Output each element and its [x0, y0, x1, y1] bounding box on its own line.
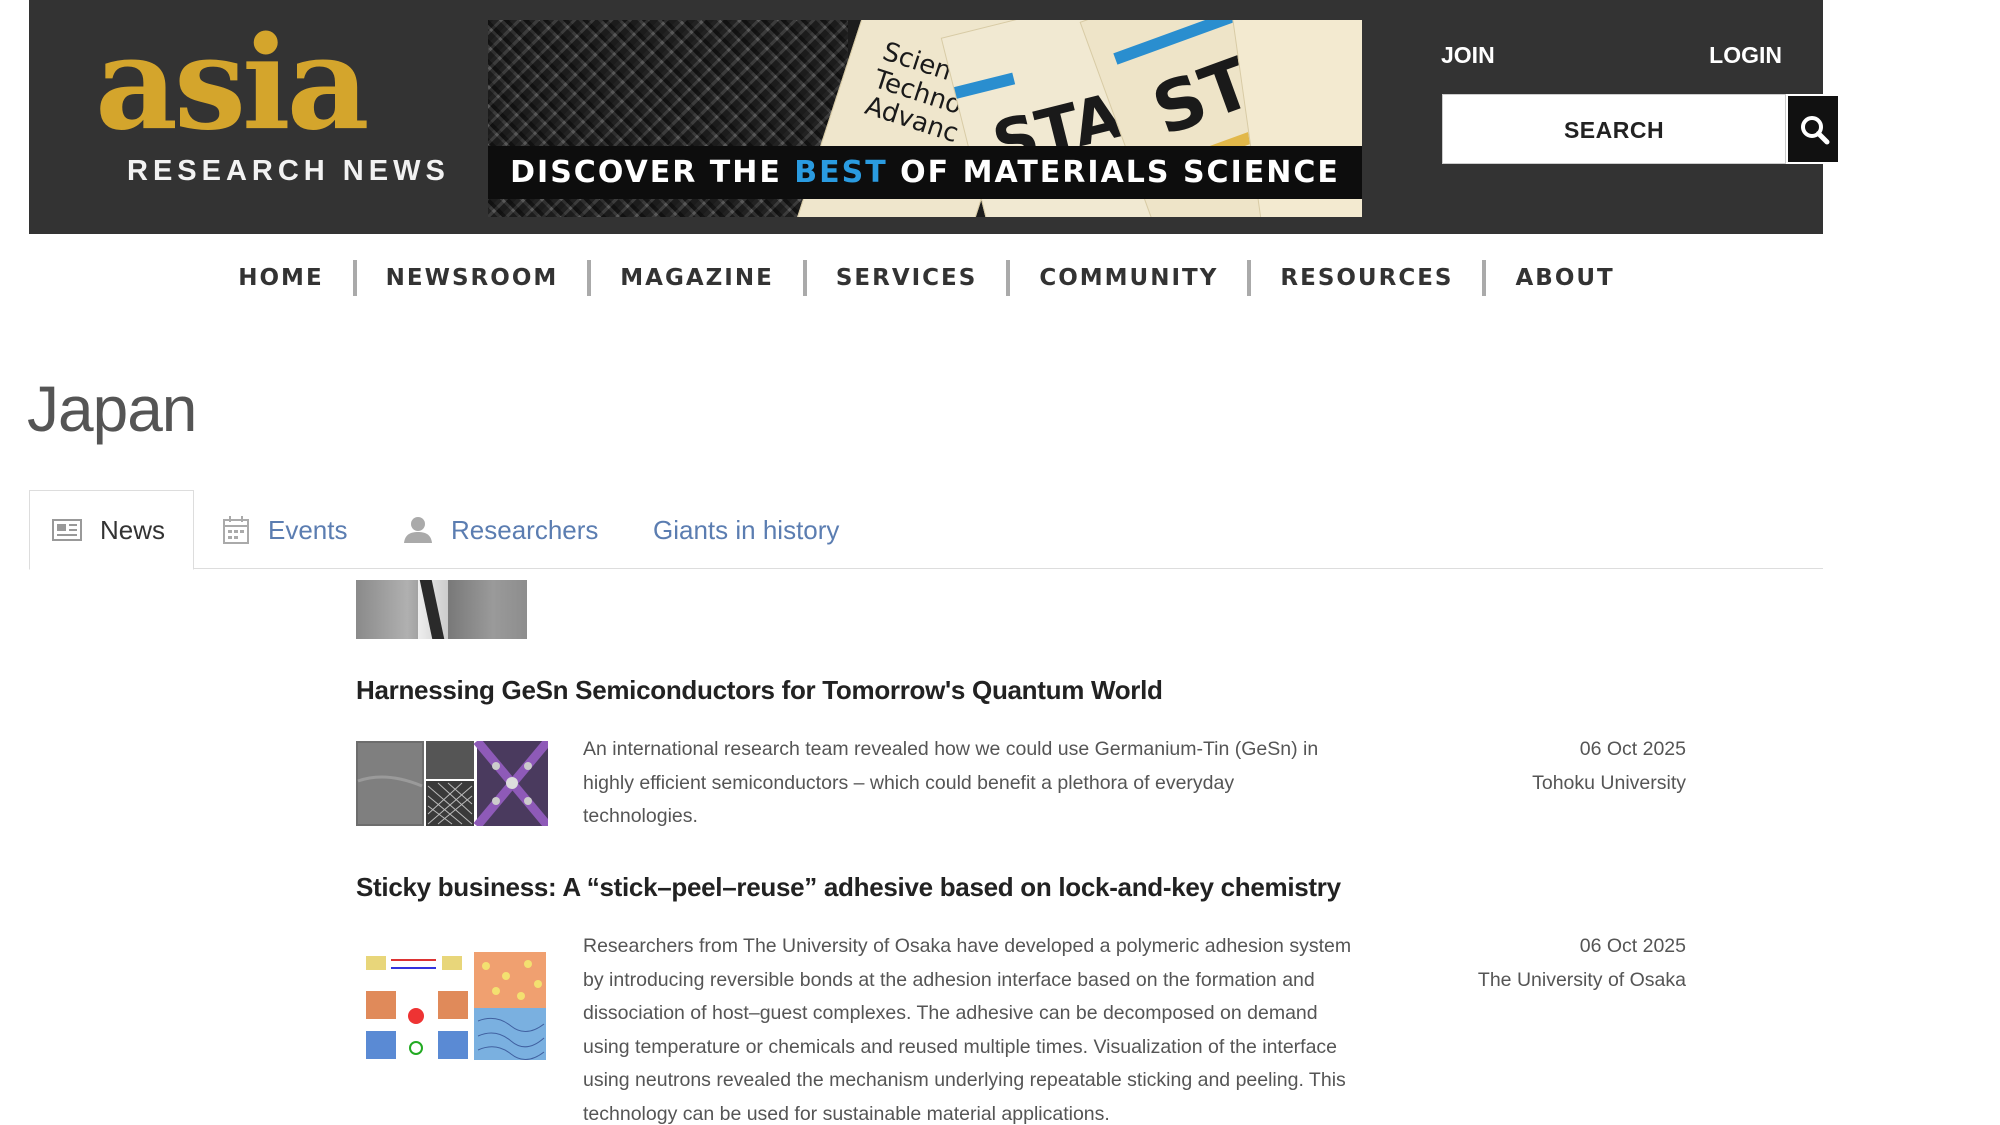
- article-meta: 06 Oct 2025 Tohoku University: [1532, 733, 1686, 800]
- tab-giants-label: Giants in history: [653, 514, 840, 545]
- article-title[interactable]: Sticky business: A “stick–peel–reuse” ad…: [356, 872, 1686, 903]
- tab-researchers[interactable]: Researchers: [403, 490, 598, 570]
- article-date: 06 Oct 2025: [1579, 935, 1686, 957]
- article-thumbnail[interactable]: [356, 946, 548, 1066]
- article-title[interactable]: Harnessing GeSn Semiconductors for Tomor…: [356, 675, 1686, 706]
- logo-subtitle: RESEARCH NEWS: [127, 155, 450, 187]
- article-institution[interactable]: The University of Osaka: [1478, 964, 1686, 998]
- site-logo[interactable]: asia RESEARCH NEWS: [95, 9, 445, 200]
- join-link[interactable]: JOIN: [1441, 42, 1495, 69]
- banner-text-highlight: BEST: [794, 155, 888, 190]
- article-date: 06 Oct 2025: [1579, 738, 1686, 760]
- nav-home[interactable]: HOME: [209, 265, 352, 291]
- article-institution[interactable]: Tohoku University: [1532, 767, 1686, 801]
- cover-stripe: [954, 72, 1016, 99]
- nav-about[interactable]: ABOUT: [1486, 265, 1643, 291]
- person-icon: [403, 516, 433, 544]
- main-nav-list: HOME NEWSROOM MAGAZINE SERVICES COMMUNIT…: [209, 260, 1643, 296]
- tab-events-label: Events: [268, 514, 348, 545]
- tab-news-label: News: [100, 514, 166, 545]
- nav-services[interactable]: SERVICES: [807, 265, 1007, 291]
- site-header: asia RESEARCH NEWS Science a Technology …: [29, 0, 1840, 234]
- article-thumbnail[interactable]: [356, 580, 527, 639]
- nav-magazine[interactable]: MAGAZINE: [591, 265, 803, 291]
- banner-text-start: DISCOVER THE: [510, 155, 795, 190]
- nav-community[interactable]: COMMUNITY: [1010, 265, 1247, 291]
- login-link[interactable]: LOGIN: [1709, 42, 1782, 69]
- tab-events[interactable]: Events: [222, 490, 348, 570]
- section-tabs: News Events Researchers Giants in histor…: [29, 490, 1823, 570]
- search-input[interactable]: SEARCH: [1442, 94, 1786, 164]
- nav-resources[interactable]: RESOURCES: [1251, 265, 1482, 291]
- article-thumbnail[interactable]: [356, 741, 548, 826]
- news-item: Sticky business: A “stick–peel–reuse” ad…: [356, 872, 1686, 1125]
- banner-headline: DISCOVER THE BEST OF MATERIALS SCIENCE: [488, 146, 1362, 199]
- nav-newsroom[interactable]: NEWSROOM: [357, 265, 588, 291]
- main-nav: HOME NEWSROOM MAGAZINE SERVICES COMMUNIT…: [0, 260, 1853, 304]
- tab-giants-in-history[interactable]: Giants in history: [653, 490, 839, 570]
- banner-text-end: OF MATERIALS SCIENCE: [887, 155, 1340, 190]
- tab-news[interactable]: News: [29, 490, 194, 570]
- search-button[interactable]: [1786, 94, 1840, 164]
- article-summary: Researchers from The University of Osaka…: [583, 935, 1352, 1125]
- banner-ad[interactable]: Science a Technology Advanc STAM STAM DI…: [488, 20, 1362, 217]
- news-item: Harnessing GeSn Semiconductors for Tomor…: [356, 675, 1686, 827]
- calendar-icon: [222, 515, 250, 545]
- tab-researchers-label: Researchers: [451, 514, 599, 545]
- article-meta: 06 Oct 2025 The University of Osaka: [1478, 930, 1686, 997]
- page-title: Japan: [27, 373, 197, 445]
- newspaper-icon: [52, 518, 82, 542]
- article-summary: An international research team revealed …: [583, 738, 1319, 827]
- search-icon: [1801, 116, 1830, 145]
- logo-wordmark: asia: [95, 9, 370, 159]
